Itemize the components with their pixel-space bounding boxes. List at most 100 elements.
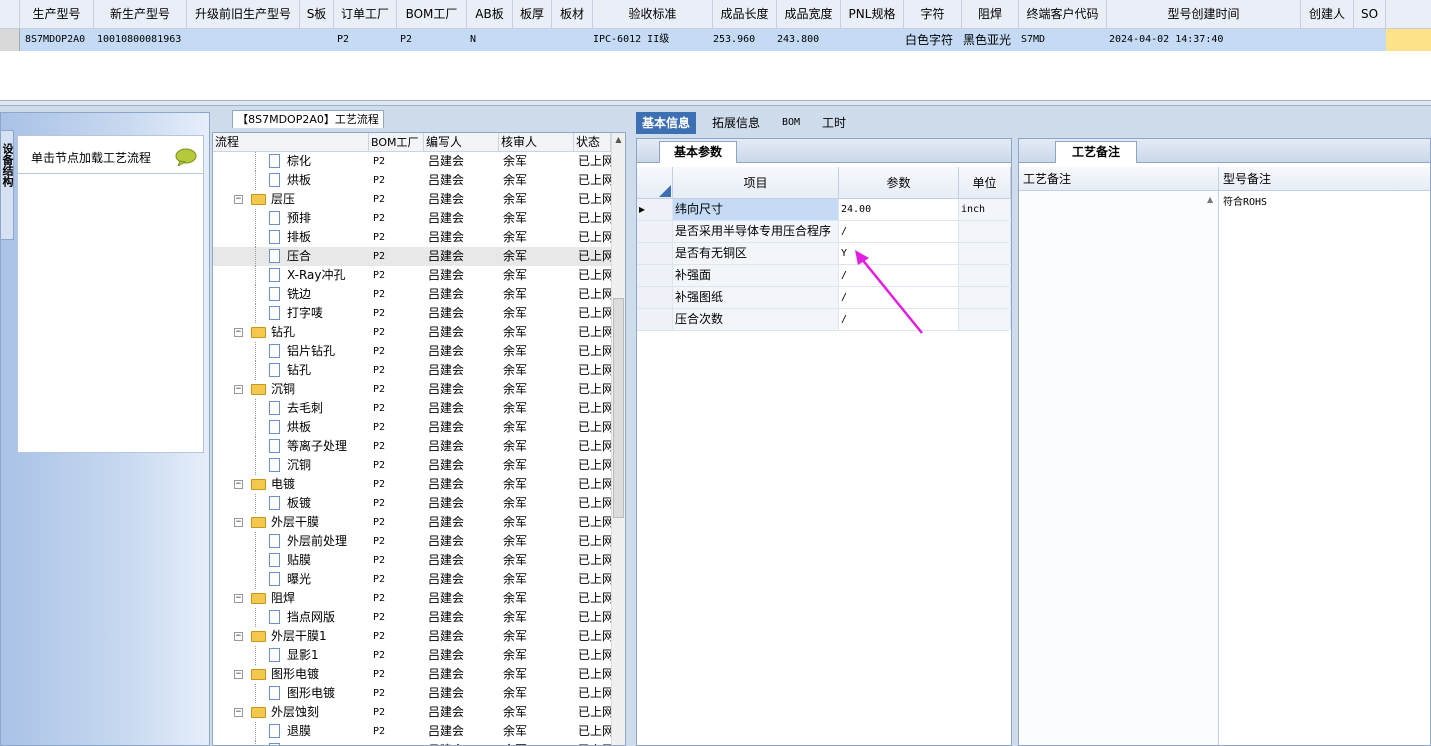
process-reviewer[interactable]: 余军: [503, 646, 573, 665]
notes-col-model[interactable]: 型号备注: [1219, 167, 1430, 191]
col-header-creator[interactable]: 创建人: [1301, 0, 1354, 29]
process-bom[interactable]: P2: [373, 266, 423, 285]
process-writer[interactable]: 吕建会: [428, 285, 498, 304]
proc-scrollbar[interactable]: ▲: [611, 133, 625, 745]
col-header-created[interactable]: 型号创建时间: [1107, 0, 1301, 29]
process-bom[interactable]: P2: [373, 608, 423, 627]
process-writer[interactable]: 吕建会: [428, 437, 498, 456]
collapse-toggle-icon[interactable]: −: [234, 518, 243, 527]
collapse-toggle-icon[interactable]: −: [234, 385, 243, 394]
col-header-mask[interactable]: 阻焊: [962, 0, 1019, 29]
process-status[interactable]: 已上网: [578, 342, 611, 361]
process-name[interactable]: 压合: [287, 247, 369, 266]
process-reviewer[interactable]: 余军: [503, 532, 573, 551]
process-status[interactable]: 已上网: [578, 494, 611, 513]
process-row[interactable]: 烘板 P2 吕建会 余军 已上网: [213, 171, 611, 190]
proc-col-writer[interactable]: 编写人: [424, 133, 499, 152]
process-writer[interactable]: 吕建会: [428, 304, 498, 323]
process-name[interactable]: [287, 741, 369, 745]
process-status[interactable]: 已上网: [578, 741, 611, 745]
process-name[interactable]: X-Ray冲孔: [287, 266, 369, 285]
process-bom[interactable]: P2: [373, 589, 423, 608]
process-writer[interactable]: 吕建会: [428, 247, 498, 266]
process-bom[interactable]: P2: [373, 646, 423, 665]
process-row[interactable]: 显影1 P2 吕建会 余军 已上网: [213, 646, 611, 665]
process-bom[interactable]: P2: [373, 703, 423, 722]
process-status[interactable]: 已上网: [578, 285, 611, 304]
process-name[interactable]: 贴膜: [287, 551, 369, 570]
process-reviewer[interactable]: 余军: [503, 627, 573, 646]
process-status[interactable]: 已上网: [578, 665, 611, 684]
process-writer[interactable]: 吕建会: [428, 589, 498, 608]
process-row[interactable]: 挡点网版 P2 吕建会 余军 已上网: [213, 608, 611, 627]
process-status[interactable]: 已上网: [578, 323, 611, 342]
cell-model[interactable]: 8S7MDOP2A0: [22, 29, 94, 51]
process-status[interactable]: 已上网: [578, 228, 611, 247]
process-reviewer[interactable]: 余军: [503, 209, 573, 228]
process-row[interactable]: − 外层干膜1 P2 吕建会 余军 已上网: [213, 627, 611, 646]
collapse-toggle-icon[interactable]: −: [234, 480, 243, 489]
process-status[interactable]: 已上网: [578, 171, 611, 190]
col-header-char[interactable]: 字符: [904, 0, 962, 29]
process-name[interactable]: 层压: [271, 190, 369, 209]
col-header-length[interactable]: 成品长度: [713, 0, 777, 29]
process-reviewer[interactable]: 余军: [503, 589, 573, 608]
scroll-thumb[interactable]: [613, 298, 624, 518]
process-reviewer[interactable]: 余军: [503, 703, 573, 722]
param-row[interactable]: 补强面 /: [637, 265, 1011, 287]
col-header-width[interactable]: 成品宽度: [777, 0, 841, 29]
process-status[interactable]: 已上网: [578, 266, 611, 285]
cell-char[interactable]: 白色字符: [902, 29, 960, 51]
process-name[interactable]: 烘板: [287, 418, 369, 437]
process-writer[interactable]: 吕建会: [428, 380, 498, 399]
process-reviewer[interactable]: 余军: [503, 304, 573, 323]
process-row[interactable]: 贴膜 P2 吕建会 余军 已上网: [213, 551, 611, 570]
process-writer[interactable]: 吕建会: [428, 513, 498, 532]
process-name[interactable]: 等离子处理: [287, 437, 369, 456]
process-writer[interactable]: 吕建会: [428, 570, 498, 589]
process-bom[interactable]: P2: [373, 722, 423, 741]
process-name[interactable]: 图形电镀: [287, 684, 369, 703]
process-bom[interactable]: P2: [373, 456, 423, 475]
process-row[interactable]: − 阻焊 P2 吕建会 余军 已上网: [213, 589, 611, 608]
process-bom[interactable]: P2: [373, 437, 423, 456]
collapse-toggle-icon[interactable]: −: [234, 594, 243, 603]
process-row[interactable]: 预排 P2 吕建会 余军 已上网: [213, 209, 611, 228]
param-value[interactable]: 24.00: [839, 199, 959, 220]
process-reviewer[interactable]: 余军: [503, 399, 573, 418]
process-writer[interactable]: 吕建会: [428, 722, 498, 741]
process-reviewer[interactable]: 余军: [503, 228, 573, 247]
process-writer[interactable]: 吕建会: [428, 532, 498, 551]
tab-process-notes[interactable]: 工艺备注: [1055, 141, 1137, 163]
process-row[interactable]: 钻孔 P2 吕建会 余军 已上网: [213, 361, 611, 380]
process-bom[interactable]: P2: [373, 190, 423, 209]
process-note-field[interactable]: ▲: [1019, 191, 1219, 745]
process-bom[interactable]: P2: [373, 418, 423, 437]
process-bom[interactable]: P2: [373, 684, 423, 703]
tab-extended-info[interactable]: 拓展信息: [706, 112, 766, 134]
process-reviewer[interactable]: 余军: [503, 285, 573, 304]
process-row[interactable]: P2 吕建会 余军 已上网: [213, 741, 611, 745]
process-reviewer[interactable]: 余军: [503, 266, 573, 285]
process-writer[interactable]: 吕建会: [428, 684, 498, 703]
process-reviewer[interactable]: 余军: [503, 551, 573, 570]
process-row[interactable]: − 沉铜 P2 吕建会 余军 已上网: [213, 380, 611, 399]
process-row[interactable]: 图形电镀 P2 吕建会 余军 已上网: [213, 684, 611, 703]
process-status[interactable]: 已上网: [578, 475, 611, 494]
param-row[interactable]: 是否有无铜区 Y: [637, 243, 1011, 265]
process-status[interactable]: 已上网: [578, 456, 611, 475]
process-status[interactable]: 已上网: [578, 608, 611, 627]
process-name[interactable]: 钻孔: [287, 361, 369, 380]
process-status[interactable]: 已上网: [578, 209, 611, 228]
process-bom[interactable]: P2: [373, 532, 423, 551]
process-reviewer[interactable]: 余军: [503, 494, 573, 513]
tab-basic-params[interactable]: 基本参数: [659, 141, 737, 163]
process-name[interactable]: 棕化: [287, 152, 369, 171]
process-reviewer[interactable]: 余军: [503, 456, 573, 475]
cell-customer[interactable]: S7MD: [1018, 29, 1106, 51]
process-writer[interactable]: 吕建会: [428, 646, 498, 665]
process-reviewer[interactable]: 余军: [503, 190, 573, 209]
col-header-ab-board[interactable]: AB板: [467, 0, 513, 29]
col-header-standard[interactable]: 验收标准: [593, 0, 713, 29]
process-writer[interactable]: 吕建会: [428, 627, 498, 646]
